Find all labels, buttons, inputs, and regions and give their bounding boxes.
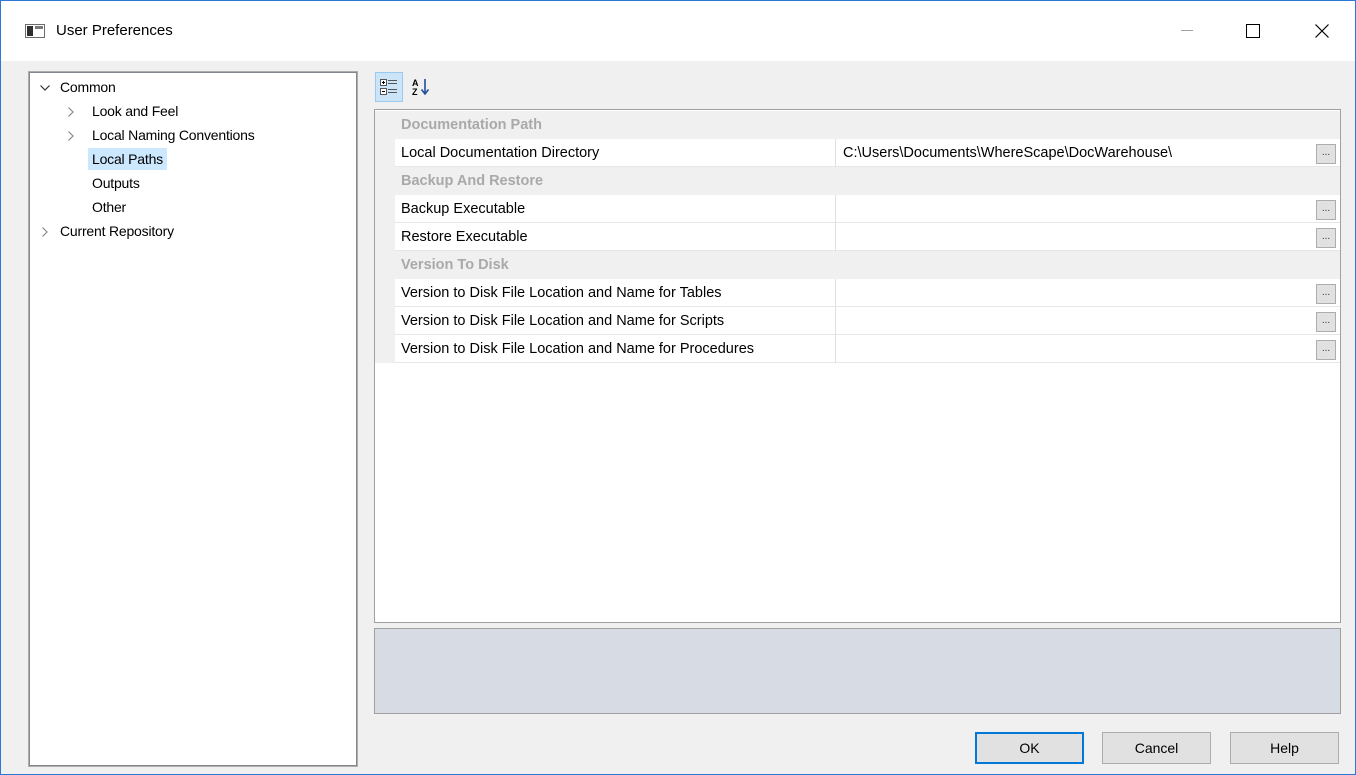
category-label: Backup And Restore — [401, 173, 544, 189]
browse-button[interactable]: ... — [1316, 312, 1336, 332]
tree-item-label: Outputs — [92, 175, 140, 191]
tree-item-other[interactable]: Other — [36, 196, 352, 220]
chevron-right-icon[interactable] — [38, 220, 52, 244]
title-bar[interactable]: User Preferences — [1, 1, 1355, 61]
browse-button[interactable]: ... — [1316, 144, 1336, 164]
browse-button[interactable]: ... — [1316, 340, 1336, 360]
categorized-view-icon — [380, 79, 397, 95]
browse-button[interactable]: ... — [1316, 200, 1336, 220]
chevron-right-icon[interactable] — [64, 100, 78, 124]
tree-item-local-naming-conventions[interactable]: Local Naming Conventions — [36, 124, 352, 148]
property-grid[interactable]: Documentation Path Local Documentation D… — [374, 109, 1341, 623]
property-name: Backup Executable — [401, 201, 526, 217]
category-row-documentation-path[interactable]: Documentation Path — [375, 111, 1340, 139]
close-icon — [1315, 24, 1329, 38]
tree-item-look-and-feel[interactable]: Look and Feel — [36, 100, 352, 124]
tree-item-label: Look and Feel — [92, 103, 179, 119]
cancel-button[interactable]: Cancel — [1102, 732, 1211, 764]
categorized-view-button[interactable] — [375, 72, 403, 102]
app-icon — [25, 24, 45, 38]
tree-item-current-repository[interactable]: Current Repository — [36, 220, 352, 244]
property-row-version-to-disk-scripts[interactable]: Version to Disk File Location and Name f… — [375, 307, 1340, 335]
category-label: Version To Disk — [401, 257, 509, 273]
maximize-button[interactable] — [1230, 15, 1276, 47]
property-value[interactable]: C:\Users\Documents\WhereScape\DocWarehou… — [843, 139, 1172, 167]
minimize-button[interactable] — [1164, 15, 1210, 47]
minimize-icon — [1181, 30, 1193, 31]
browse-button[interactable]: ... — [1316, 228, 1336, 248]
category-label: Documentation Path — [401, 117, 542, 133]
tree-item-label: Local Naming Conventions — [92, 127, 255, 143]
preferences-tree[interactable]: Common Look and Feel Local Naming Conven… — [28, 71, 358, 767]
svg-text:Z: Z — [412, 87, 418, 97]
maximize-icon — [1246, 24, 1260, 38]
browse-button[interactable]: ... — [1316, 284, 1336, 304]
window-title: User Preferences — [56, 22, 173, 39]
tree-item-local-paths[interactable]: Local Paths — [36, 148, 352, 172]
property-description-panel — [374, 628, 1341, 714]
category-row-version-to-disk[interactable]: Version To Disk — [375, 251, 1340, 279]
property-name: Restore Executable — [401, 229, 528, 245]
alphabetical-sort-icon: A Z — [412, 78, 430, 97]
help-button[interactable]: Help — [1230, 732, 1339, 764]
ok-button[interactable]: OK — [975, 732, 1084, 764]
tree-item-common[interactable]: Common — [36, 76, 352, 100]
close-button[interactable] — [1299, 15, 1345, 47]
property-row-local-documentation-directory[interactable]: Local Documentation Directory C:\Users\D… — [375, 139, 1340, 167]
tree-item-label: Other — [92, 199, 127, 215]
property-row-version-to-disk-tables[interactable]: Version to Disk File Location and Name f… — [375, 279, 1340, 307]
tree-item-label: Common — [60, 79, 116, 95]
alphabetical-sort-button[interactable]: A Z — [407, 72, 435, 102]
user-preferences-window: User Preferences Common Look and Feel Lo… — [0, 0, 1356, 775]
chevron-right-icon[interactable] — [64, 124, 78, 148]
property-row-backup-executable[interactable]: Backup Executable ... — [375, 195, 1340, 223]
property-row-version-to-disk-procedures[interactable]: Version to Disk File Location and Name f… — [375, 335, 1340, 363]
property-name: Version to Disk File Location and Name f… — [401, 285, 722, 301]
property-name: Version to Disk File Location and Name f… — [401, 341, 755, 357]
tree-item-label: Current Repository — [60, 223, 174, 239]
chevron-down-icon[interactable] — [38, 76, 52, 100]
property-name: Local Documentation Directory — [401, 145, 600, 161]
property-row-restore-executable[interactable]: Restore Executable ... — [375, 223, 1340, 251]
tree-item-outputs[interactable]: Outputs — [36, 172, 352, 196]
category-row-backup-and-restore[interactable]: Backup And Restore — [375, 167, 1340, 195]
tree-item-label: Local Paths — [88, 148, 167, 170]
property-name: Version to Disk File Location and Name f… — [401, 313, 725, 329]
